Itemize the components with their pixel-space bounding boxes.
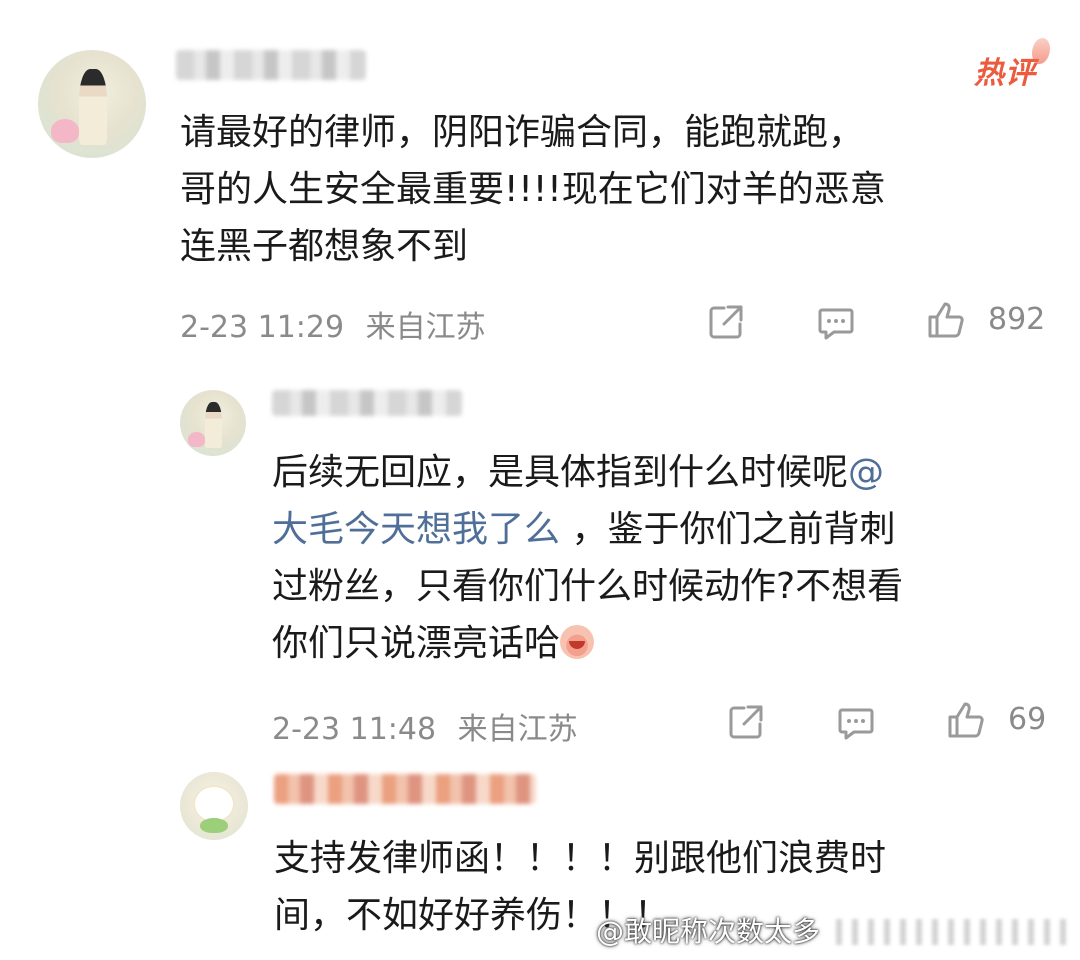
comment-text: 请最好的律师，阴阳诈骗合同，能跑就跑， 哥的人生安全最重要!!!!现在它们对羊的…: [180, 112, 886, 267]
comment-meta: 2-23 11:29 来自江苏: [180, 302, 486, 346]
thumbs-up-icon[interactable]: [926, 300, 966, 340]
avatar[interactable]: [180, 390, 246, 456]
hot-comment-badge: 热评: [974, 38, 1050, 92]
username-blurred[interactable]: [274, 774, 536, 804]
avatar-character: [194, 786, 234, 821]
share-icon[interactable]: [706, 302, 746, 342]
watermark-blurred: [826, 919, 1066, 945]
username-blurred[interactable]: [272, 390, 462, 416]
comment-meta: 2-23 11:48 来自江苏: [272, 704, 578, 748]
lotus-icon: [50, 119, 80, 143]
comment-2: 后续无回应，是具体指到什么时候呢@ 大毛今天想我了么 ，鉴于你们之前背刺 过粉丝…: [0, 370, 1080, 760]
avatar[interactable]: [180, 772, 248, 840]
comment-icon[interactable]: [836, 702, 876, 742]
avatar-figure: [79, 69, 108, 146]
comment-1: 热评 请最好的律师，阴阳诈骗合同，能跑就跑， 哥的人生安全最重要!!!!现在它们…: [0, 0, 1080, 370]
leaf-icon: [200, 818, 228, 834]
thumbs-up-icon[interactable]: [946, 700, 986, 740]
comment-location: 来自江苏: [457, 712, 578, 747]
comment-text-before-mention: 后续无回应，是具体指到什么时候呢: [272, 452, 849, 493]
avatar-figure: [205, 401, 223, 449]
comment-time: 2-23 11:48: [272, 712, 437, 747]
like-count: 69: [1008, 702, 1047, 737]
watermark-text: @敢昵称次数太多: [595, 915, 820, 948]
like-count: 892: [988, 302, 1046, 337]
watermark: @敢昵称次数太多: [596, 910, 1066, 950]
share-icon[interactable]: [726, 702, 766, 742]
comment-text: 后续无回应，是具体指到什么时候呢@ 大毛今天想我了么 ，鉴于你们之前背刺 过粉丝…: [272, 444, 1052, 672]
avatar[interactable]: [38, 50, 146, 158]
laughing-emoji-icon: [560, 625, 595, 659]
comment-time: 2-23 11:29: [180, 310, 345, 345]
comment-location: 来自江苏: [365, 310, 486, 345]
comment-icon[interactable]: [816, 302, 856, 342]
lotus-icon: [187, 432, 206, 447]
username-blurred[interactable]: [176, 50, 366, 80]
